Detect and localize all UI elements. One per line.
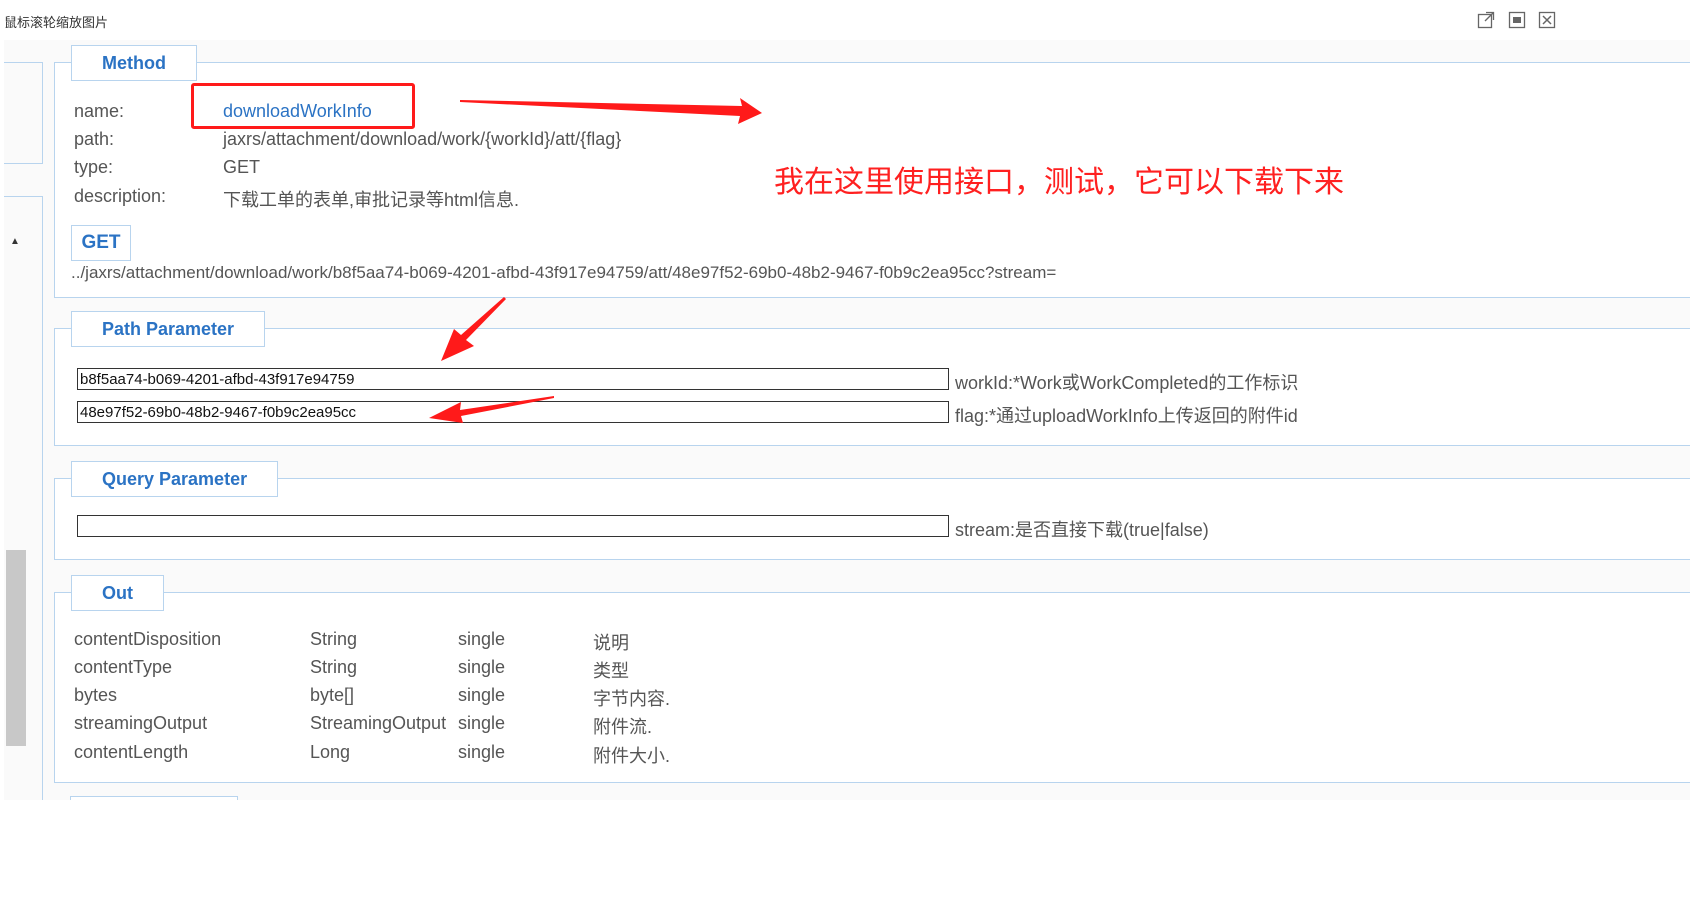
out-field-type: byte[] [310,685,355,705]
description-label: description: [74,186,167,206]
out-field-name: streamingOutput [74,713,208,733]
next-section-legend-partial [70,796,238,800]
out-field-multiplicity: single [458,685,506,705]
type-label: type: [74,157,114,177]
out-field-name: contentLength [74,742,189,762]
left-column: ▲ [4,40,48,800]
out-section: Out contentDisposition String single 说明 … [54,575,1690,783]
window-titlebar: 鼠标滚轮缩放图片 [0,0,1700,40]
type-value: GET [223,157,261,177]
close-button[interactable] [1537,10,1557,30]
left-panel-top [4,62,43,164]
flag-description: flag:*通过uploadWorkInfo上传返回的附件id [955,406,1298,426]
window-title: 鼠标滚轮缩放图片 [4,15,109,30]
out-field-type: StreamingOutput [310,713,447,733]
path-parameter-legend: Path Parameter [71,311,266,347]
request-url: ../jaxrs/attachment/download/work/b8f5aa… [71,263,1057,282]
out-field-desc: 类型 [593,661,629,681]
maximize-icon [1508,11,1526,29]
maximize-button[interactable] [1507,10,1527,30]
out-field-type: Long [310,742,351,762]
flag-input[interactable] [77,401,949,423]
name-label: name: [74,101,125,121]
out-field-name: contentType [74,657,173,677]
out-field-name: contentDisposition [74,629,222,649]
path-parameter-section: Path Parameter workId:*Work或WorkComplete… [54,311,1690,446]
out-field-desc: 附件大小. [593,746,671,766]
description-value: 下载工单的表单,审批记录等html信息. [223,190,520,210]
get-method-button[interactable]: GET [71,225,131,261]
out-field-type: String [310,657,358,677]
popout-button[interactable] [1476,10,1496,30]
query-parameter-legend: Query Parameter [71,461,279,497]
out-field-type: String [310,629,358,649]
annotation-highlight-box [191,83,415,129]
out-field-multiplicity: single [458,629,506,649]
out-legend: Out [71,575,164,611]
workid-description: workId:*Work或WorkCompleted的工作标识 [955,373,1299,393]
method-legend: Method [71,45,197,81]
scroll-up-icon[interactable]: ▲ [8,234,22,248]
image-viewer[interactable]: ▲ Method name: downloadWorkInfo path: ja… [4,40,1690,800]
out-field-desc: 附件流. [593,717,653,737]
out-field-multiplicity: single [458,742,506,762]
close-icon [1538,11,1556,29]
path-label: path: [74,129,115,149]
external-link-icon [1477,11,1495,29]
query-parameter-section: Query Parameter stream:是否直接下载(true|false… [54,461,1690,560]
out-field-multiplicity: single [458,713,506,733]
stream-description: stream:是否直接下载(true|false) [955,520,1209,540]
annotation-text: 我在这里使用接口，测试，它可以下载下来 [774,165,1344,200]
workid-input[interactable] [77,368,949,390]
scrollbar-thumb[interactable] [6,550,26,746]
out-field-multiplicity: single [458,657,506,677]
stream-input[interactable] [77,515,949,537]
out-field-desc: 说明 [593,633,629,653]
path-value: jaxrs/attachment/download/work/{workId}/… [223,129,622,149]
out-field-name: bytes [74,685,118,705]
out-field-desc: 字节内容. [593,689,671,709]
